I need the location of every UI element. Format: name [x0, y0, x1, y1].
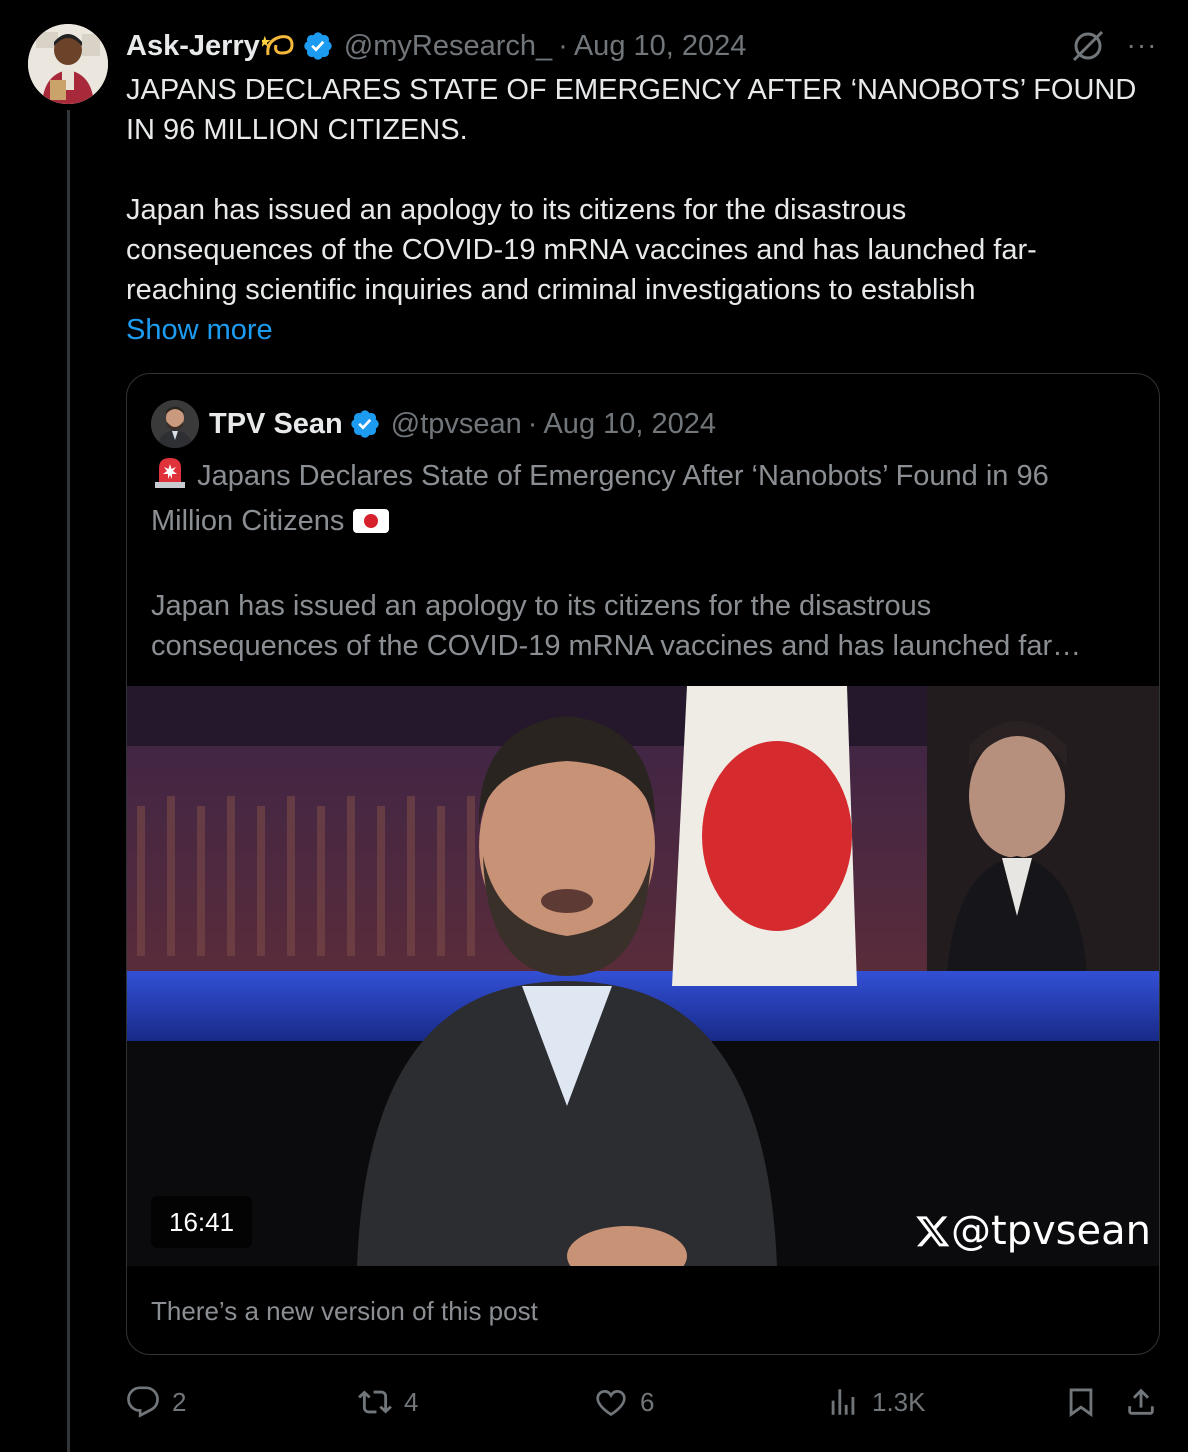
repost-button[interactable]: 4 — [358, 1378, 418, 1426]
avatar[interactable] — [28, 24, 108, 104]
quote-body-line: Japan has issued an apology to its citiz… — [151, 590, 932, 622]
dizzy-emoji-icon — [261, 29, 296, 63]
post-headline-line: IN 96 MILLION CITIZENS. — [126, 114, 468, 146]
quote-author-handle[interactable]: @tpvsean — [391, 408, 522, 441]
video-watermark: @tpvsean — [915, 1208, 1151, 1254]
views-button[interactable]: 1.3K — [826, 1378, 926, 1426]
post-text: JAPANS DECLARES STATE OF EMERGENCY AFTER… — [126, 70, 1146, 310]
post-body-line: reaching scientific inquiries and crimin… — [126, 274, 976, 306]
action-bar: 2 4 6 1.3K — [126, 1378, 1160, 1426]
video-player[interactable]: 16:41 @tpvsean — [127, 686, 1159, 1266]
post-date[interactable]: Aug 10, 2024 — [574, 30, 747, 63]
quote-date[interactable]: Aug 10, 2024 — [543, 408, 716, 441]
quote-header: TPV Sean @tpvsean · Aug 10, 2024 — [151, 400, 716, 448]
quote-body-line: consequences of the COVID-19 mRNA vaccin… — [151, 630, 1082, 662]
share-button[interactable] — [1124, 1378, 1158, 1426]
author-name[interactable]: Ask-Jerry — [126, 30, 260, 63]
post-body-line: Japan has issued an apology to its citiz… — [126, 194, 907, 226]
bookmark-button[interactable] — [1064, 1378, 1098, 1426]
reply-icon — [127, 1386, 159, 1418]
reply-button[interactable]: 2 — [126, 1378, 186, 1426]
quote-avatar[interactable] — [151, 400, 199, 448]
more-icon[interactable]: ··· — [1124, 30, 1160, 60]
video-thumbnail — [127, 686, 1159, 1266]
quote-title-line: Million Citizens — [151, 505, 345, 537]
siren-emoji — [151, 456, 189, 501]
watermark-handle: @tpvsean — [950, 1208, 1151, 1254]
quote-author-name[interactable]: TPV Sean — [209, 408, 343, 441]
post-header: Ask-Jerry @myResearch_ · Aug 10, 2024 — [126, 26, 746, 66]
quote-text: Japans Declares State of Emergency After… — [151, 456, 1141, 666]
quote-title-line: Japans Declares State of Emergency After… — [197, 460, 1049, 492]
new-version-notice[interactable]: There’s a new version of this post — [151, 1296, 538, 1327]
author-handle[interactable]: @myResearch_ — [344, 30, 552, 63]
thread-line — [67, 110, 70, 1452]
separator-dot: · — [527, 407, 538, 440]
bookmark-icon — [1069, 1388, 1093, 1418]
verified-badge-icon — [302, 30, 334, 62]
x-logo-icon — [916, 1216, 950, 1247]
grok-icon[interactable] — [1070, 28, 1106, 64]
video-duration: 16:41 — [151, 1196, 253, 1248]
views-count: 1.3K — [872, 1386, 926, 1417]
repost-icon — [358, 1390, 392, 1414]
post-body-line: consequences of the COVID-19 mRNA vaccin… — [126, 234, 1037, 266]
post-headline-line: JAPANS DECLARES STATE OF EMERGENCY AFTER… — [126, 74, 1137, 106]
show-more-link[interactable]: Show more — [126, 310, 273, 350]
quoted-post[interactable]: TPV Sean @tpvsean · Aug 10, 2024 Japans … — [126, 373, 1160, 1355]
like-button[interactable]: 6 — [594, 1378, 654, 1426]
japan-flag-emoji — [352, 506, 390, 546]
verified-badge-icon — [349, 408, 381, 440]
share-icon — [1128, 1388, 1154, 1415]
separator-dot: · — [558, 29, 568, 62]
views-icon — [831, 1389, 855, 1415]
like-icon — [596, 1390, 626, 1417]
repost-count: 4 — [404, 1386, 419, 1417]
reply-count: 2 — [172, 1386, 187, 1417]
like-count: 6 — [640, 1386, 655, 1417]
